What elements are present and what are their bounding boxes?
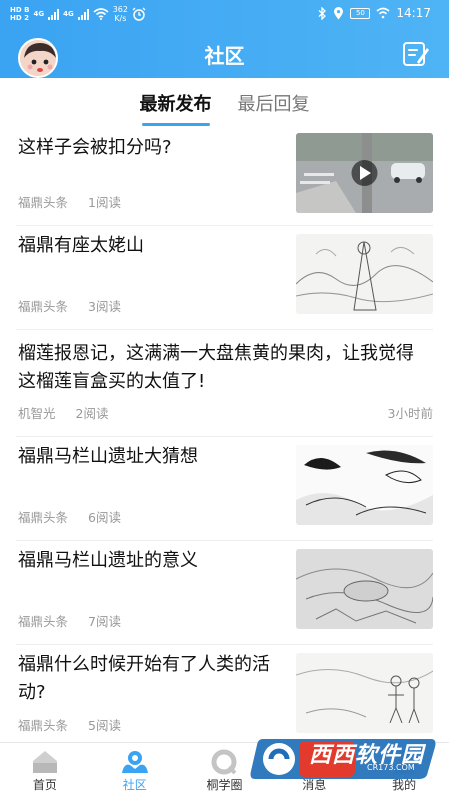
post-reads: 3阅读: [88, 299, 121, 314]
status-time: 14:17: [396, 6, 431, 20]
battery-icon: 50: [350, 7, 371, 19]
battery-level: 50: [355, 8, 365, 17]
post-meta: 机智光 2阅读: [18, 403, 108, 422]
post-reads: 1阅读: [88, 195, 121, 210]
post-source: 机智光: [18, 406, 56, 421]
post-meta: 福鼎头条 1阅读: [18, 192, 121, 211]
post-list: 这样子会被扣分吗? 福鼎头条 1阅读 福鼎有座太姥山 福鼎头条 3阅读 榴莲报恩…: [0, 130, 449, 749]
nav-community[interactable]: 社区: [90, 743, 180, 797]
post-title: 福鼎马栏山遗址的意义: [18, 550, 198, 571]
location-icon: [334, 6, 344, 19]
circle-icon: [211, 749, 237, 775]
line-drawing-image: [296, 234, 433, 314]
post-item[interactable]: 福鼎有座太姥山 福鼎头条 3阅读: [16, 226, 433, 330]
post-meta: 福鼎头条 5阅读: [18, 715, 121, 734]
post-time: 3小时前: [387, 406, 433, 421]
network-type-1: 4G: [33, 10, 45, 18]
tab-last-reply[interactable]: 最后回复: [238, 86, 310, 130]
post-item[interactable]: 福鼎马栏山遗址大猜想 福鼎头条 6阅读: [16, 437, 433, 541]
page-title: 社区: [204, 44, 245, 68]
nav-community-label: 社区: [122, 778, 147, 792]
post-meta: 福鼎头条 3阅读: [18, 296, 121, 315]
sim-indicator: HD B HD 2: [10, 6, 29, 22]
post-meta: 福鼎头条 6阅读: [18, 507, 121, 526]
post-item[interactable]: 榴莲报恩记，这满满一大盘焦黄的果肉，让我觉得这榴莲盲盒买的太值了! 机智光 2阅…: [16, 330, 433, 437]
hd-label-1: HD B: [10, 6, 30, 14]
post-reads: 7阅读: [88, 614, 121, 629]
watermark-logo: 西西软件园 CR173.COM: [249, 735, 439, 781]
post-source: 福鼎头条: [18, 299, 69, 314]
post-source: 福鼎头条: [18, 718, 69, 733]
post-thumbnail[interactable]: [296, 653, 433, 733]
post-thumbnail[interactable]: [296, 549, 433, 629]
post-source: 福鼎头条: [18, 195, 69, 210]
post-item[interactable]: 这样子会被扣分吗? 福鼎头条 1阅读: [16, 130, 433, 226]
post-title: 福鼎有座太姥山: [18, 235, 144, 256]
post-thumbnail[interactable]: [296, 234, 433, 314]
post-thumbnail[interactable]: [296, 133, 433, 213]
bluetooth-icon: [318, 6, 327, 20]
signal-icon: [48, 8, 60, 20]
net-speed-value: 362: [112, 5, 128, 14]
people-drawing-image: [296, 653, 433, 733]
post-source: 福鼎头条: [18, 510, 69, 525]
tab-latest[interactable]: 最新发布: [140, 86, 212, 130]
play-icon: [351, 160, 378, 186]
post-source: 福鼎头条: [18, 614, 69, 629]
ink-illustration-image: [296, 445, 433, 525]
compose-button[interactable]: [401, 40, 431, 68]
signal-icon-2: [77, 8, 89, 20]
post-reads: 2阅读: [75, 406, 109, 421]
net-speed: 362 K/s: [113, 5, 128, 23]
network-type-2: 4G: [63, 10, 74, 18]
edit-icon: [403, 42, 429, 66]
net-speed-unit: K/s: [114, 14, 127, 23]
status-bar: HD B HD 2 4G 4G 362 K/s 50 14:17: [0, 0, 449, 28]
watermark-subtext: CR173.COM: [367, 763, 415, 772]
post-item[interactable]: 福鼎什么时候开始有了人类的活动? 福鼎头条 5阅读: [16, 645, 433, 749]
wifi-icon: [93, 8, 109, 20]
post-reads: 5阅读: [88, 718, 121, 733]
home-icon: [32, 751, 57, 773]
sketch-image: [296, 549, 433, 629]
hd-label-2: HD 2: [10, 14, 29, 22]
post-title: 福鼎马栏山遗址大猜想: [18, 446, 198, 467]
alarm-icon: [132, 7, 146, 21]
post-title: 榴莲报恩记，这满满一大盘焦黄的果肉，让我觉得这榴莲盲盒买的太值了!: [18, 343, 414, 392]
post-thumbnail[interactable]: [296, 445, 433, 525]
nav-home-label: 首页: [32, 778, 57, 792]
post-title: 这样子会被扣分吗?: [18, 137, 172, 158]
post-meta: 福鼎头条 7阅读: [18, 611, 121, 630]
community-icon: [121, 751, 148, 773]
post-item[interactable]: 福鼎马栏山遗址的意义 福鼎头条 7阅读: [16, 541, 433, 645]
post-reads: 6阅读: [88, 510, 121, 525]
wifi-icon-right: [376, 7, 390, 19]
tab-bar: 最新发布 最后回复: [0, 86, 449, 130]
post-title: 福鼎什么时候开始有了人类的活动?: [18, 654, 270, 703]
nav-home[interactable]: 首页: [0, 743, 90, 797]
